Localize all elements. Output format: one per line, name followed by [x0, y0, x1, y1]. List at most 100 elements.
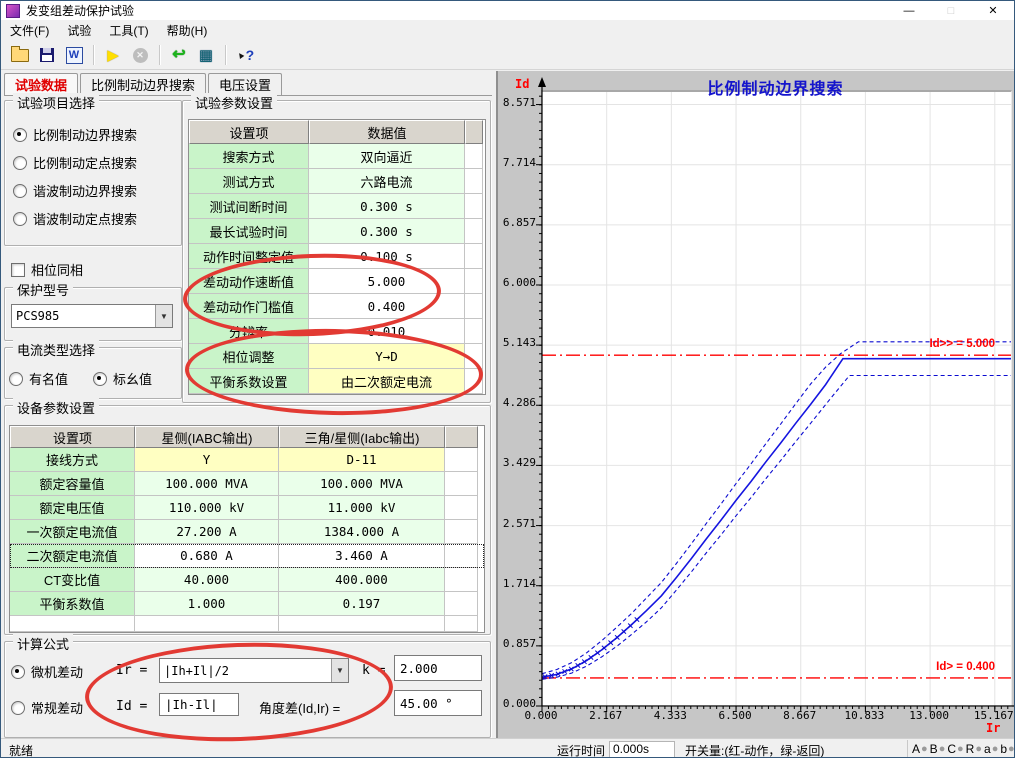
column-header: 星侧(IABC输出): [135, 426, 279, 448]
param-value[interactable]: 1384.000 A: [279, 520, 445, 544]
param-value[interactable]: 0.300 s: [309, 219, 465, 244]
undo-button[interactable]: ↩: [166, 43, 192, 67]
param-value[interactable]: D-11: [279, 448, 445, 472]
radio-harmonic-boundary-search[interactable]: 谐波制动边界搜索: [13, 181, 137, 200]
param-label: 测试间断时间: [189, 194, 309, 219]
radio-named-value[interactable]: 有名值: [9, 369, 68, 388]
radio-per-unit-value[interactable]: 标幺值: [93, 369, 152, 388]
radio-conventional-diff[interactable]: 常规差动: [11, 698, 83, 717]
indicator-dot-icon: ●: [992, 743, 999, 755]
radio-label: 比例制动边界搜索: [33, 125, 137, 144]
angle-diff-input[interactable]: 45.00 °: [394, 690, 482, 716]
empty-cell: [445, 448, 478, 472]
param-value[interactable]: Y: [135, 448, 279, 472]
param-value[interactable]: 40.000: [135, 568, 279, 592]
dropdown-arrow-icon[interactable]: ▼: [155, 305, 172, 327]
chart-title: 比例制动边界搜索: [541, 75, 1010, 99]
keypad-button[interactable]: ▦: [193, 43, 219, 67]
menu-file[interactable]: 文件(F): [1, 20, 58, 41]
tab-voltage-settings[interactable]: 电压设置: [208, 73, 282, 95]
empty-cell: [465, 194, 483, 219]
tab-test-data[interactable]: 试验数据: [4, 73, 78, 95]
param-value[interactable]: 100.000 MVA: [135, 472, 279, 496]
param-label: 动作时间整定值: [189, 244, 309, 269]
param-value[interactable]: 双向逼近: [309, 144, 465, 169]
param-value[interactable]: 400.000: [279, 568, 445, 592]
param-value[interactable]: 27.200 A: [135, 520, 279, 544]
param-value[interactable]: 3.460 A: [279, 544, 445, 568]
window-title: 发变组差动保护试验: [26, 2, 134, 19]
ir-formula-combobox[interactable]: |Ih+Il|/2 ▼: [159, 658, 349, 683]
group-title: 保护型号: [13, 280, 73, 299]
combobox-value: PCS985: [12, 309, 155, 323]
switch-indicators: A● B● C● R● a● b● c● r●: [907, 740, 1015, 758]
param-value[interactable]: 0.300 s: [309, 194, 465, 219]
radio-ratio-fixed-search[interactable]: 比例制动定点搜索: [13, 153, 137, 172]
param-value[interactable]: 0.100 s: [309, 244, 465, 269]
app-window: 发变组差动保护试验 — □ ✕ 文件(F) 试验 工具(T) 帮助(H) W ▶…: [0, 0, 1015, 758]
empty-cell: [465, 294, 483, 319]
empty-cell: [445, 472, 478, 496]
indicator-C: C●: [947, 742, 963, 756]
export-word-button[interactable]: W: [61, 43, 87, 67]
minimize-button[interactable]: —: [888, 1, 930, 20]
device-parameters-table: 设置项 星侧(IABC输出) 三角/星侧(Iabc输出) 接线方式YD-11 额…: [9, 425, 485, 633]
empty-cell: [445, 544, 478, 568]
radio-icon: [13, 212, 27, 226]
test-parameters-table: 设置项 数据值 搜索方式双向逼近 测试方式六路电流 测试间断时间0.300 s …: [188, 119, 486, 395]
x-tick-label: 15.167: [968, 709, 1015, 722]
param-value[interactable]: 110.000 kV: [135, 496, 279, 520]
table-row: 差动动作门槛值0.400: [189, 294, 485, 319]
radio-harmonic-fixed-search[interactable]: 谐波制动定点搜索: [13, 209, 137, 228]
combobox-value: |Ih+Il|/2: [160, 664, 331, 678]
param-value[interactable]: 0.197: [279, 592, 445, 616]
table-row-selected[interactable]: 二次额定电流值0.680 A3.460 A: [10, 544, 484, 568]
ir-equation-label: Ir =: [116, 663, 147, 678]
plot-area: Id>> = 5.000Id> = 0.400: [541, 90, 1012, 707]
checkbox-phase-same[interactable]: 相位同相: [11, 260, 83, 279]
menu-tools[interactable]: 工具(T): [100, 20, 157, 41]
param-value[interactable]: 六路电流: [309, 169, 465, 194]
group-title: 试验项目选择: [13, 93, 99, 112]
dropdown-arrow-icon[interactable]: ▼: [331, 659, 348, 682]
menu-help[interactable]: 帮助(H): [158, 20, 217, 41]
empty-cell: [279, 616, 445, 632]
param-value[interactable]: 100.000 MVA: [279, 472, 445, 496]
run-test-button[interactable]: ▶: [100, 43, 126, 67]
param-value[interactable]: Y→D: [309, 344, 465, 369]
k-value-input[interactable]: 2.000: [394, 655, 482, 681]
radio-ratio-boundary-search[interactable]: 比例制动边界搜索: [13, 125, 137, 144]
y-tick-label: 8.571: [498, 96, 536, 109]
param-value[interactable]: 11.000 kV: [279, 496, 445, 520]
tab-ratio-restraint-search[interactable]: 比例制动边界搜索: [80, 73, 206, 95]
checkbox-label: 相位同相: [31, 260, 83, 279]
checkbox-icon: [11, 263, 25, 277]
help-cursor-icon: ▲?: [236, 47, 254, 63]
empty-cell: [445, 520, 478, 544]
radio-label: 微机差动: [31, 662, 83, 681]
x-tick-label: 2.167: [580, 709, 632, 722]
close-button[interactable]: ✕: [972, 1, 1014, 20]
empty-cell: [465, 344, 483, 369]
angle-diff-label: 角度差(Id,Ir) =: [259, 698, 340, 717]
open-button[interactable]: [7, 43, 33, 67]
context-help-button[interactable]: ▲?: [232, 43, 258, 67]
param-value[interactable]: 5.000: [309, 269, 465, 294]
save-button[interactable]: [34, 43, 60, 67]
play-icon: ▶: [107, 48, 119, 63]
param-label: 测试方式: [189, 169, 309, 194]
menu-test[interactable]: 试验: [58, 20, 100, 41]
maximize-button[interactable]: □: [930, 1, 972, 20]
radio-microcomputer-diff[interactable]: 微机差动: [11, 662, 83, 681]
stop-test-button[interactable]: ✕: [127, 43, 153, 67]
param-value[interactable]: 0.400: [309, 294, 465, 319]
param-value[interactable]: 0.680 A: [135, 544, 279, 568]
param-value[interactable]: 由二次额定电流: [309, 369, 465, 394]
param-value[interactable]: 0.010: [309, 319, 465, 344]
param-label: 差动动作速断值: [189, 269, 309, 294]
table-row: 接线方式YD-11: [10, 448, 484, 472]
column-header: 设置项: [189, 120, 309, 144]
k-equation-label: k =: [362, 663, 385, 678]
param-value[interactable]: 1.000: [135, 592, 279, 616]
protection-model-combobox[interactable]: PCS985 ▼: [11, 304, 173, 328]
